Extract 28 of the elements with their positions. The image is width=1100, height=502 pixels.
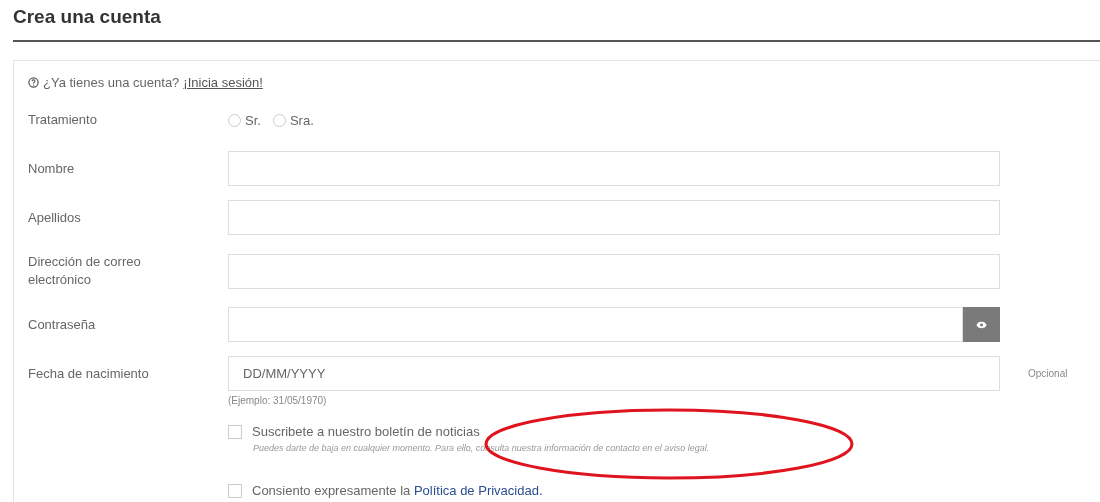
show-password-button[interactable] [963, 307, 1000, 342]
password-field[interactable] [228, 307, 963, 342]
help-icon [28, 77, 39, 88]
field-label: Nombre [28, 159, 76, 178]
radio-button[interactable] [272, 113, 286, 127]
radio-option[interactable]: Sra. [272, 112, 314, 128]
account-question: ¿Ya tienes una cuenta? [43, 75, 180, 90]
eye-icon [976, 320, 987, 329]
checkbox[interactable] [228, 483, 242, 498]
field-label: Contraseña [28, 315, 97, 334]
field-hint: (Ejemplo: 31/05/1970) [228, 395, 328, 406]
page-title: Crea una cuenta [13, 0, 1100, 42]
optional-note: Opcional [1028, 368, 1069, 379]
radio-button[interactable] [228, 113, 241, 127]
text-field[interactable]: DD/MM/YYYY [228, 356, 1000, 391]
text-field[interactable] [228, 253, 1000, 289]
text-field[interactable] [228, 200, 1000, 235]
checkbox-label: Suscribete a nuestro boletín de noticias [252, 424, 480, 439]
privacy-link[interactable]: Política de Privacidad. [413, 483, 543, 498]
field-label: Tratamiento [28, 111, 98, 129]
checkbox[interactable] [228, 424, 242, 439]
radio-option[interactable]: Sr. [228, 112, 261, 128]
text-field[interactable] [228, 151, 1000, 186]
checkbox-label: Consiento expresamente la Política de Privacidad. [252, 483, 543, 498]
field-label: Apellidos [28, 208, 82, 227]
login-link[interactable]: ¡Inicia sesión! [183, 75, 263, 90]
field-label: Dirección de correo electrónico [28, 253, 142, 289]
field-label: Fecha de nacimiento [28, 364, 150, 383]
